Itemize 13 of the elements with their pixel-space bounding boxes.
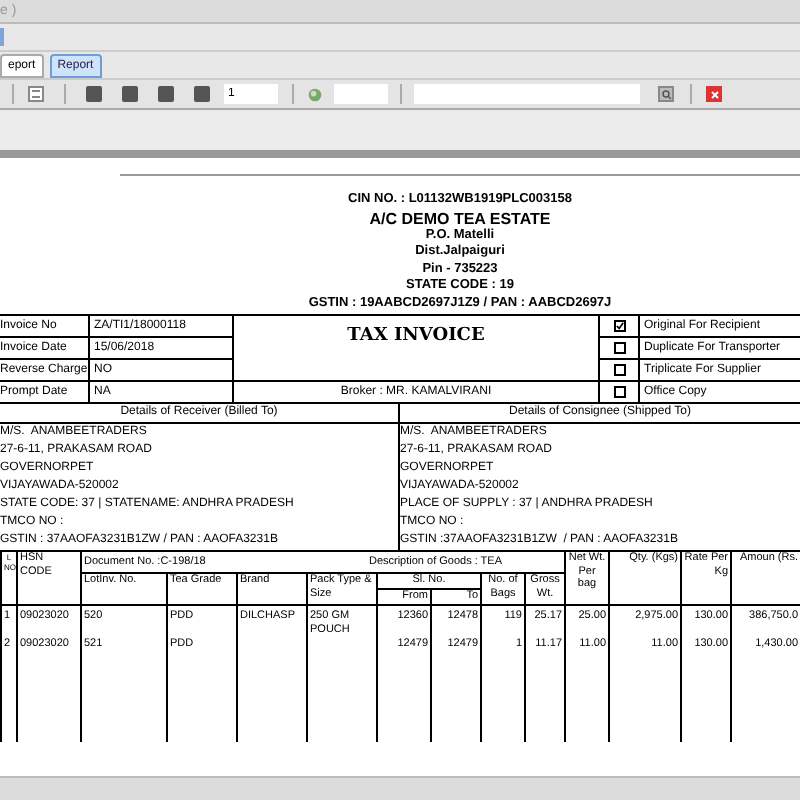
copy-checkbox[interactable] [613,386,625,398]
search-field[interactable] [414,84,640,104]
zoom-field[interactable] [334,84,388,104]
search-button[interactable] [658,86,674,102]
copy-checkbox[interactable] [613,320,625,332]
globe-icon[interactable] [308,87,322,101]
copy-checkbox[interactable] [613,364,625,376]
tab-indicator [0,28,4,46]
copy-checkbox[interactable] [613,342,625,354]
close-button[interactable] [706,86,722,102]
company-name: A/C DEMO TEA ESTATE [369,209,551,227]
invoice-title: TAX INVOICE [347,324,485,350]
list-icon[interactable] [28,86,44,102]
